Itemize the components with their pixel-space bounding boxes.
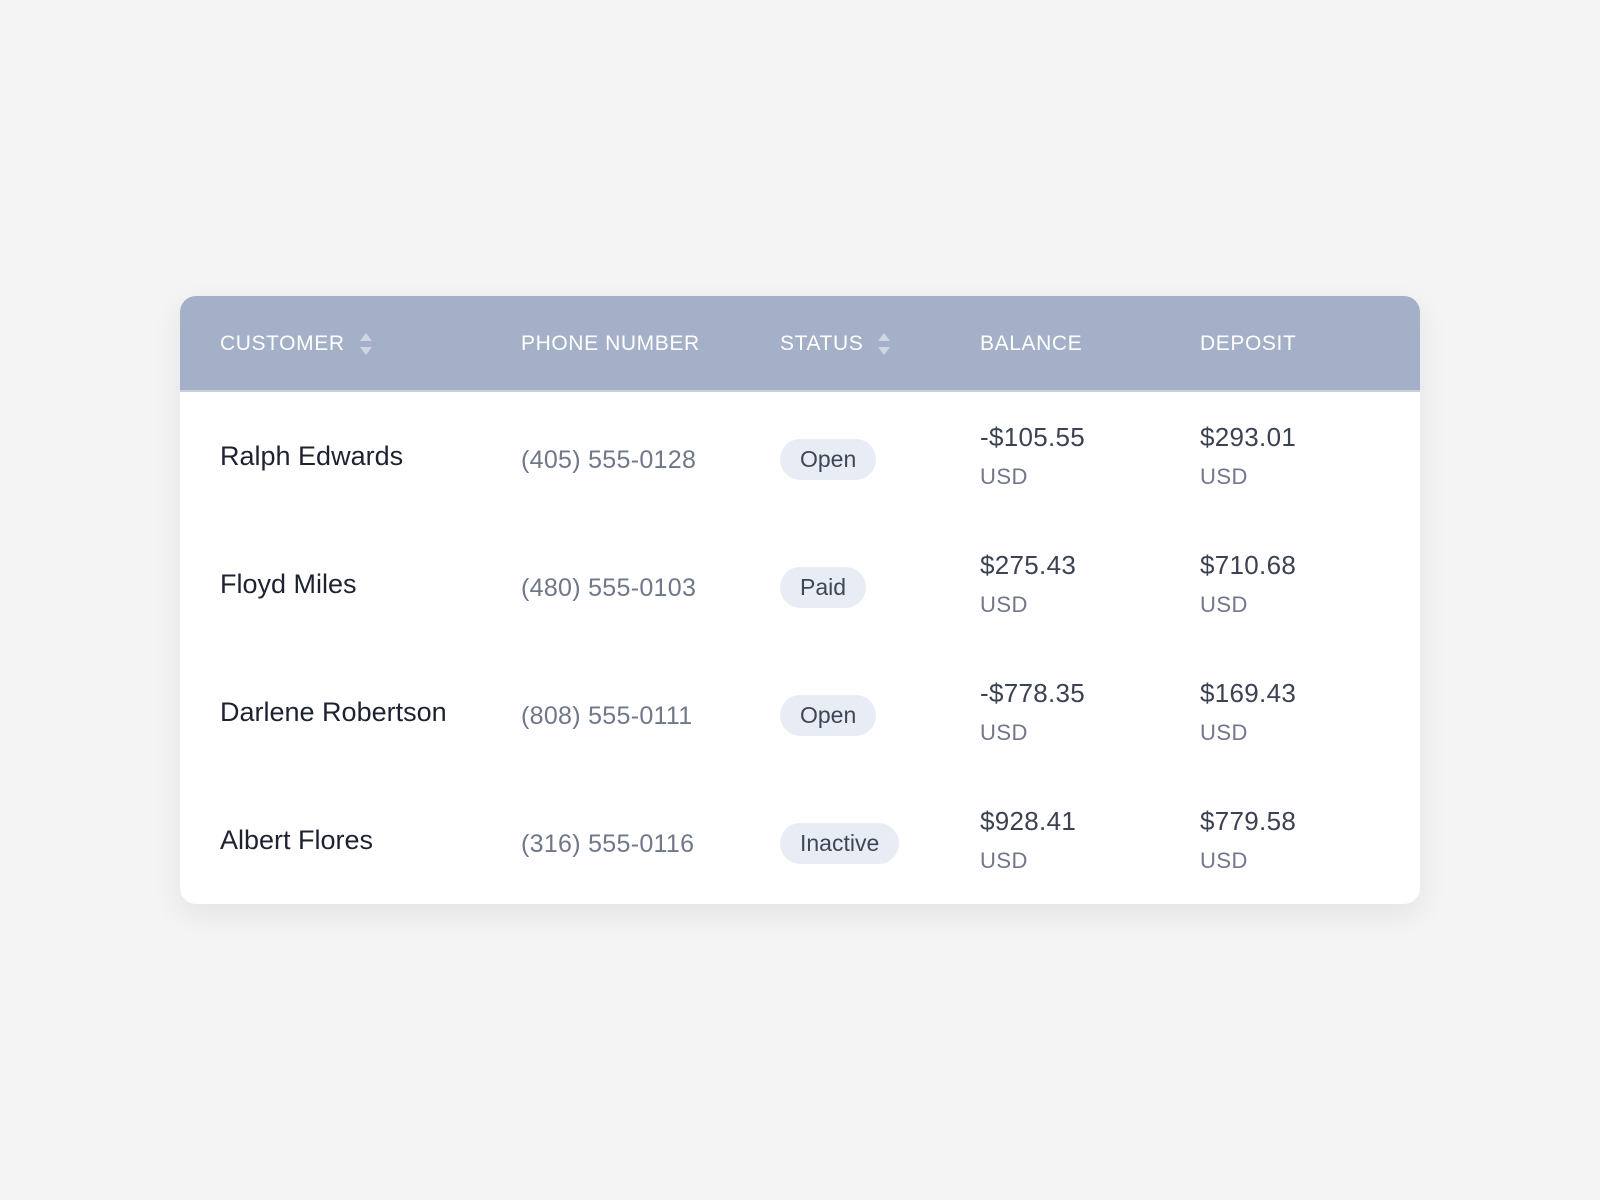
balance-cell: $928.41 USD [980, 776, 1076, 904]
customer-cell: Darlene Robertson [220, 648, 447, 776]
phone-number: (808) 555-0111 [521, 701, 693, 730]
table-row[interactable]: Darlene Robertson (808) 555-0111 Open -$… [180, 648, 1420, 776]
customer-cell: Ralph Edwards [220, 392, 403, 520]
customer-name: Albert Flores [220, 824, 374, 855]
table-row[interactable]: Albert Flores (316) 555-0116 Inactive $9… [180, 776, 1420, 904]
column-header-phone-label: PHONE NUMBER [521, 332, 700, 355]
deposit-currency: USD [1200, 720, 1248, 745]
customer-name: Darlene Robertson [220, 696, 447, 727]
phone-number: (405) 555-0128 [521, 445, 697, 474]
status-cell: Inactive [780, 776, 900, 904]
balance-amount: -$105.55 [980, 422, 1086, 452]
deposit-amount: $293.01 [1200, 422, 1297, 452]
deposit-currency: USD [1200, 592, 1248, 617]
status-badge: Inactive [780, 822, 900, 864]
phone-cell: (480) 555-0103 [521, 520, 696, 648]
status-badge: Paid [780, 566, 867, 608]
deposit-cell: $710.68 USD [1200, 520, 1296, 648]
status-cell: Open [780, 648, 877, 776]
deposit-cell: $293.01 USD [1200, 392, 1296, 520]
column-header-deposit-label: DEPOSIT [1200, 332, 1297, 355]
balance-currency: USD [980, 720, 1028, 745]
status-badge: Open [780, 438, 877, 480]
balance-cell: $275.43 USD [980, 520, 1076, 648]
column-header-customer[interactable]: CUSTOMER [220, 296, 373, 392]
phone-cell: (316) 555-0116 [521, 776, 694, 904]
customer-cell: Floyd Miles [220, 520, 357, 648]
balance-currency: USD [980, 592, 1028, 617]
balance-cell: -$778.35 USD [980, 648, 1085, 776]
table-row[interactable]: Ralph Edwards (405) 555-0128 Open -$105.… [180, 392, 1420, 520]
column-header-balance: BALANCE [980, 296, 1082, 392]
customer-cell: Albert Flores [220, 776, 373, 904]
deposit-cell: $169.43 USD [1200, 648, 1296, 776]
deposit-currency: USD [1200, 848, 1248, 873]
status-badge: Open [780, 694, 877, 736]
balance-amount: -$778.35 [980, 678, 1086, 708]
customer-name: Ralph Edwards [220, 440, 404, 471]
column-header-balance-label: BALANCE [980, 332, 1083, 355]
deposit-amount: $779.58 [1200, 806, 1297, 836]
phone-number: (480) 555-0103 [521, 573, 697, 602]
column-header-phone: PHONE NUMBER [521, 296, 700, 392]
status-cell: Paid [780, 520, 867, 648]
balance-cell: -$105.55 USD [980, 392, 1085, 520]
table-header: CUSTOMER PHONE NUMBER STATUS BALANCE DEP… [180, 296, 1420, 392]
phone-cell: (808) 555-0111 [521, 648, 692, 776]
deposit-amount: $169.43 [1200, 678, 1297, 708]
customer-name: Floyd Miles [220, 568, 357, 599]
column-header-customer-label: CUSTOMER [220, 332, 345, 355]
table-row[interactable]: Floyd Miles (480) 555-0103 Paid $275.43 … [180, 520, 1420, 648]
sort-icon[interactable] [877, 332, 891, 356]
balance-currency: USD [980, 464, 1028, 489]
sort-icon[interactable] [359, 332, 373, 356]
customer-table: CUSTOMER PHONE NUMBER STATUS BALANCE DEP… [180, 296, 1420, 904]
balance-amount: $928.41 [980, 806, 1077, 836]
status-cell: Open [780, 392, 877, 520]
deposit-amount: $710.68 [1200, 550, 1297, 580]
column-header-deposit: DEPOSIT [1200, 296, 1296, 392]
phone-cell: (405) 555-0128 [521, 392, 696, 520]
balance-currency: USD [980, 848, 1028, 873]
column-header-status[interactable]: STATUS [780, 296, 891, 392]
phone-number: (316) 555-0116 [521, 829, 695, 858]
deposit-cell: $779.58 USD [1200, 776, 1296, 904]
column-header-status-label: STATUS [780, 332, 864, 355]
balance-amount: $275.43 [980, 550, 1077, 580]
deposit-currency: USD [1200, 464, 1248, 489]
